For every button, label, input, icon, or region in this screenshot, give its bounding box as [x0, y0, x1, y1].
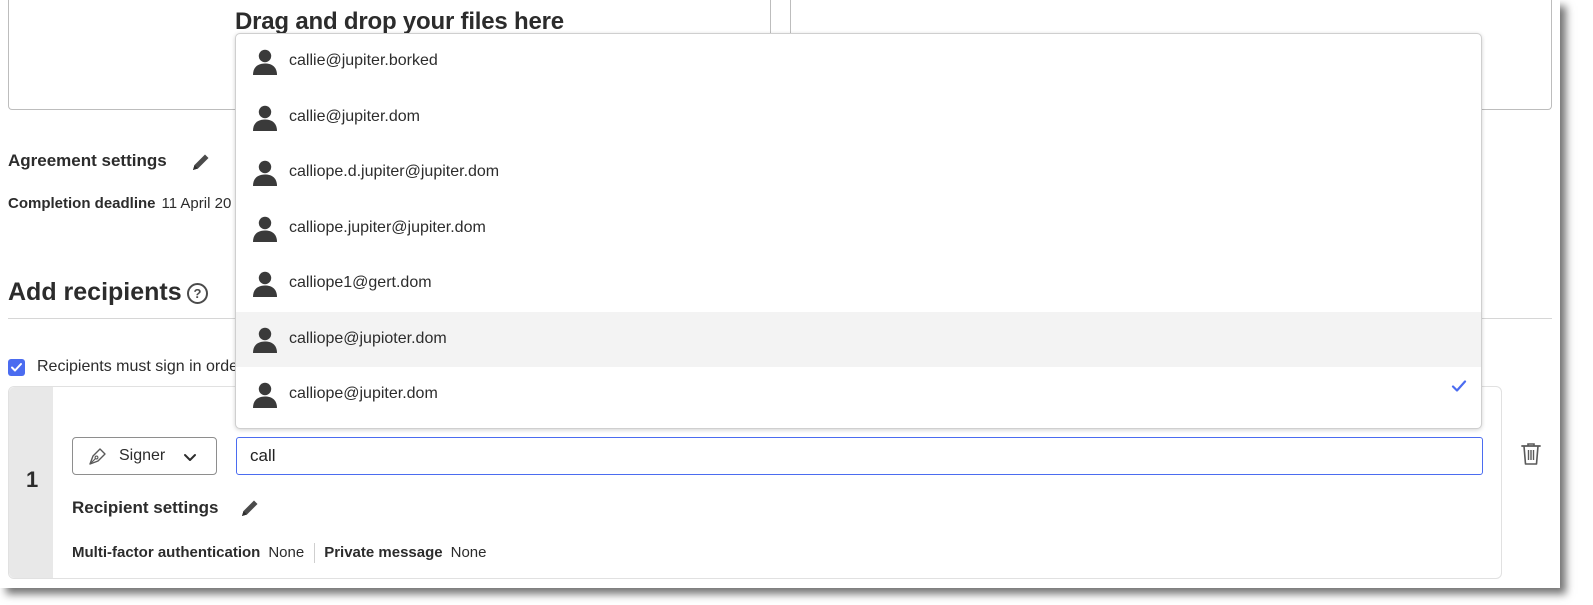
pencil-icon[interactable] — [239, 497, 261, 519]
deadline-value: 11 April 20 — [161, 195, 232, 212]
chevron-down-icon — [183, 450, 197, 468]
add-recipients-title: Add recipients — [8, 278, 182, 306]
page: Drag and drop your files here Agreement … — [0, 0, 1560, 588]
recipient-settings-title: Recipient settings — [72, 498, 219, 517]
suggestion-email: calliope.jupiter@jupiter.dom — [289, 218, 486, 236]
trash-icon[interactable] — [1520, 441, 1542, 472]
sign-in-order-label: Recipients must sign in order — [37, 358, 237, 375]
private-message-value: None — [450, 543, 487, 561]
completion-deadline: Completion deadline 11 April 20 — [8, 195, 236, 212]
dropzone-title: Drag and drop your files here — [235, 8, 564, 35]
recipient-index: 1 — [9, 387, 53, 578]
person-icon — [252, 104, 278, 137]
suggestion-option[interactable]: calliope.d.jupiter@jupiter.dom — [236, 145, 1481, 201]
suggestion-email: calliope.d.jupiter@jupiter.dom — [289, 163, 500, 180]
help-circle-icon[interactable]: ? — [187, 283, 208, 304]
recipient-email-input[interactable] — [236, 437, 1483, 475]
summary-separator — [314, 543, 316, 563]
mfa-value: None — [268, 543, 305, 561]
suggestion-option[interactable]: calliope@jupioter.dom — [236, 311, 1481, 367]
suggestion-email: callie@jupiter.dom — [289, 107, 420, 125]
recipient-settings-summary: Multi-factor authentication None Private m… — [72, 543, 486, 563]
mfa-label: Multi-factor authentication — [72, 543, 261, 561]
role-label: Signer — [119, 447, 166, 464]
pen-nib-icon — [87, 446, 109, 471]
person-icon — [252, 270, 278, 303]
private-message-label: Private message — [324, 543, 443, 561]
suggestion-option[interactable]: callie@jupiter.dom — [236, 90, 1481, 146]
suggestion-email: calliope@jupioter.dom — [289, 329, 447, 347]
person-icon — [252, 159, 278, 192]
suggestion-email: callie@jupiter.borked — [289, 52, 438, 69]
person-icon — [252, 381, 278, 414]
person-icon — [252, 48, 278, 81]
pencil-icon[interactable] — [190, 151, 212, 173]
agreement-settings-title: Agreement settings — [8, 151, 167, 170]
person-icon — [252, 215, 278, 248]
role-dropdown[interactable]: Signer — [72, 437, 217, 475]
person-icon — [252, 326, 278, 359]
suggestion-email: calliope@jupiter.dom — [289, 385, 438, 402]
checkmark-icon — [1451, 379, 1467, 398]
recipient-index-number: 1 — [26, 467, 39, 492]
suggestion-option[interactable]: calliope@jupiter.dom — [236, 367, 1481, 423]
email-suggestions-dropdown: callie@jupiter.borked callie@jupiter.dom c… — [235, 33, 1482, 429]
suggestion-option[interactable]: calliope1@gert.dom — [236, 256, 1481, 312]
suggestion-option[interactable]: callie@jupiter.borked — [236, 34, 1481, 90]
suggestion-option[interactable]: calliope.jupiter@jupiter.dom — [236, 201, 1481, 257]
suggestion-email: calliope1@gert.dom — [289, 274, 432, 291]
sign-in-order-checkbox[interactable] — [8, 359, 25, 376]
deadline-label: Completion deadline — [8, 195, 156, 212]
